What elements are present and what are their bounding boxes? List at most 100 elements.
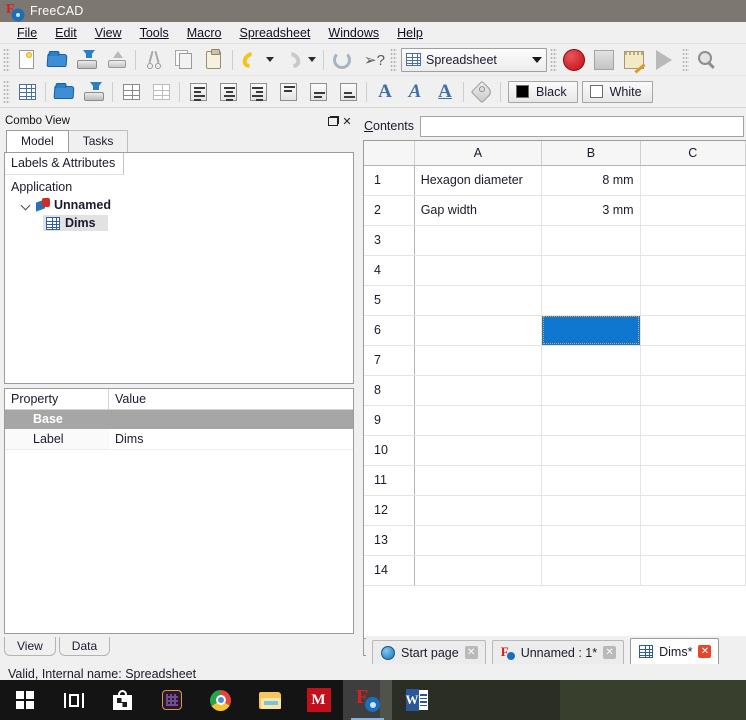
cell-C14[interactable]	[640, 555, 746, 586]
property-group-base[interactable]: Base	[5, 410, 353, 429]
cell-B5[interactable]	[541, 285, 641, 316]
menu-view[interactable]: View	[86, 24, 131, 42]
cell-A5[interactable]	[414, 285, 543, 316]
float-window-icon[interactable]	[326, 114, 340, 128]
align-vcenter-button[interactable]	[303, 78, 333, 106]
cell-A10[interactable]	[414, 435, 543, 466]
column-header-a[interactable]: A	[414, 141, 543, 166]
cell-C2[interactable]	[640, 195, 746, 226]
cell-A12[interactable]	[414, 495, 543, 526]
cell-B11[interactable]	[541, 465, 641, 496]
style-underline-button[interactable]: A	[430, 78, 460, 106]
cell-C12[interactable]	[640, 495, 746, 526]
align-top-button[interactable]	[273, 78, 303, 106]
chrome-button[interactable]	[196, 680, 245, 720]
style-italic-button[interactable]: A	[400, 78, 430, 106]
workbench-selector[interactable]: Spreadsheet	[401, 47, 547, 72]
model-tree[interactable]: Labels & Attributes Application Unnamed …	[4, 152, 354, 384]
menu-help[interactable]: Help	[388, 24, 432, 42]
toolbar-grip[interactable]	[3, 47, 10, 72]
new-document-button[interactable]	[12, 46, 42, 74]
toolbar-grip[interactable]	[550, 47, 557, 72]
word-button[interactable]: W	[392, 680, 441, 720]
copy-button[interactable]	[169, 46, 199, 74]
menu-macro[interactable]: Macro	[178, 24, 231, 42]
tab-model[interactable]: Model	[6, 130, 69, 152]
cell-A3[interactable]	[414, 225, 543, 256]
cell-C1[interactable]	[640, 165, 746, 196]
toolbar-grip[interactable]	[390, 47, 397, 72]
cell-A4[interactable]	[414, 255, 543, 286]
align-bottom-button[interactable]	[333, 78, 363, 106]
whats-this-button[interactable]: ➢?	[357, 46, 387, 74]
cell-B12[interactable]	[541, 495, 641, 526]
tab-data[interactable]: Data	[58, 637, 111, 656]
background-color-button[interactable]: White	[581, 80, 653, 103]
cell-B9[interactable]	[541, 405, 641, 436]
undo-button[interactable]	[236, 46, 266, 74]
menu-edit[interactable]: Edit	[46, 24, 86, 42]
row-header-13[interactable]: 13	[364, 525, 415, 556]
menu-file[interactable]: File	[8, 24, 46, 42]
redo-button[interactable]	[278, 46, 308, 74]
tree-root-application[interactable]: Application	[11, 178, 353, 196]
cell-A8[interactable]	[414, 375, 543, 406]
style-bold-button[interactable]: A	[370, 78, 400, 106]
column-header-c[interactable]: C	[640, 141, 746, 166]
row-header-1[interactable]: 1	[364, 165, 415, 196]
cell-A13[interactable]	[414, 525, 543, 556]
cell-B3[interactable]	[541, 225, 641, 256]
property-editor[interactable]: Property Value Base Label Dims	[4, 388, 354, 634]
row-header-6[interactable]: 6	[364, 315, 415, 346]
refresh-button[interactable]	[327, 46, 357, 74]
cell-C11[interactable]	[640, 465, 746, 496]
row-header-9[interactable]: 9	[364, 405, 415, 436]
row-header-5[interactable]: 5	[364, 285, 415, 316]
start-button[interactable]	[0, 680, 49, 720]
tree-item-unnamed[interactable]: Unnamed	[11, 196, 353, 214]
align-right-button[interactable]	[243, 78, 273, 106]
menu-tools[interactable]: Tools	[131, 24, 178, 42]
create-spreadsheet-button[interactable]	[12, 78, 42, 106]
cell-A2[interactable]: Gap width	[414, 195, 543, 226]
menu-windows[interactable]: Windows	[319, 24, 388, 42]
freecad-taskbar-button[interactable]: F	[343, 680, 392, 720]
foreground-color-button[interactable]: Black	[508, 80, 578, 103]
property-row-label[interactable]: Label Dims	[5, 429, 353, 450]
row-header-11[interactable]: 11	[364, 465, 415, 496]
cell-C13[interactable]	[640, 525, 746, 556]
cell-B7[interactable]	[541, 345, 641, 376]
row-header-12[interactable]: 12	[364, 495, 415, 526]
row-header-2[interactable]: 2	[364, 195, 415, 226]
cell-A7[interactable]	[414, 345, 543, 376]
tab-tasks[interactable]: Tasks	[67, 130, 129, 152]
cell-B1[interactable]: 8 mm	[541, 165, 641, 196]
cell-B13[interactable]	[541, 525, 641, 556]
macro-stop-button[interactable]	[589, 46, 619, 74]
close-icon[interactable]: ✕	[603, 646, 617, 659]
tab-view[interactable]: View	[4, 637, 56, 656]
cell-A1[interactable]: Hexagon diameter	[414, 165, 543, 196]
macro-execute-button[interactable]	[649, 46, 679, 74]
cell-C4[interactable]	[640, 255, 746, 286]
close-icon[interactable]: ✕	[340, 114, 354, 128]
toolbar-grip[interactable]	[3, 79, 10, 104]
row-header-7[interactable]: 7	[364, 345, 415, 376]
cell-B2[interactable]: 3 mm	[541, 195, 641, 226]
set-alias-button[interactable]	[467, 78, 497, 106]
spreadsheet-grid[interactable]: A B C 1 Hexagon diameter 8 mm 2 Gap widt…	[363, 140, 746, 639]
row-header-8[interactable]: 8	[364, 375, 415, 406]
row-header-3[interactable]: 3	[364, 225, 415, 256]
undo-dropdown[interactable]	[266, 57, 274, 62]
cell-C5[interactable]	[640, 285, 746, 316]
print-button[interactable]	[102, 46, 132, 74]
cell-A9[interactable]	[414, 405, 543, 436]
close-icon[interactable]: ✕	[464, 646, 478, 659]
cell-A6[interactable]	[414, 315, 543, 346]
file-explorer-button[interactable]	[245, 680, 294, 720]
cell-C7[interactable]	[640, 345, 746, 376]
toolbar-grip[interactable]	[682, 47, 689, 72]
purple-app-button[interactable]	[147, 680, 196, 720]
cell-A14[interactable]	[414, 555, 543, 586]
grid-corner-cell[interactable]	[364, 141, 415, 166]
